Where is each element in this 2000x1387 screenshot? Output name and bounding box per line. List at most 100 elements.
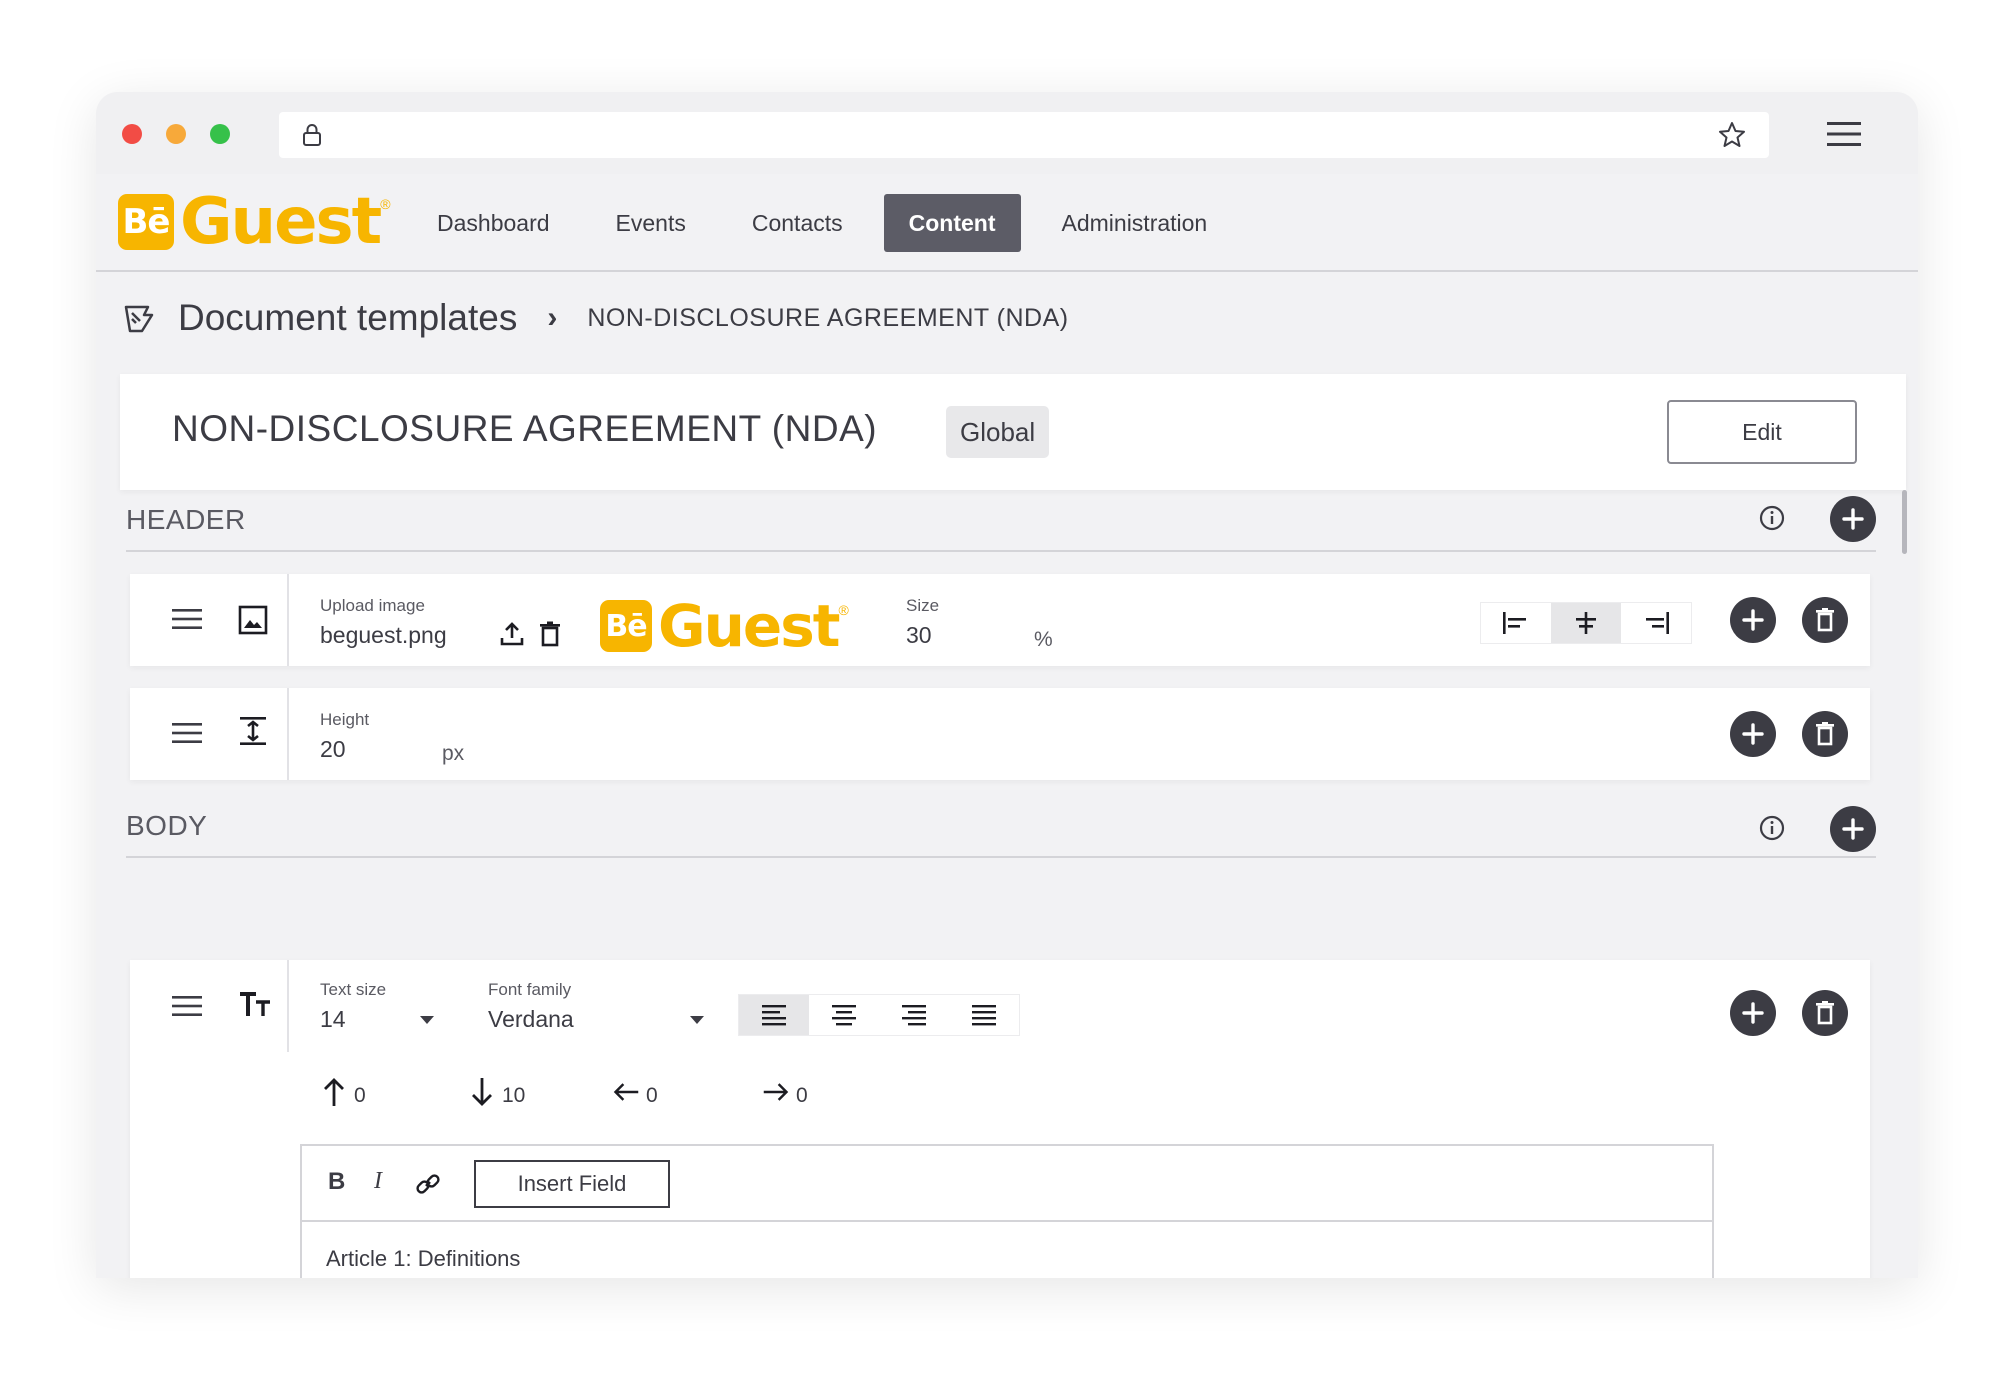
nav-dashboard[interactable]: Dashboard	[412, 194, 575, 252]
arrow-left-icon	[613, 1083, 639, 1101]
arrow-up-icon	[324, 1078, 344, 1106]
body-section-head: BODY	[126, 796, 1876, 858]
spacing-top-value: 0	[354, 1084, 366, 1107]
image-preview: Bē Guest ®	[600, 597, 849, 655]
block-divider	[287, 688, 289, 780]
text-size-select[interactable]: 14	[320, 1006, 346, 1033]
font-family-select[interactable]: Verdana	[488, 1006, 574, 1033]
preview-logo-registered: ®	[838, 602, 849, 618]
font-family-label: Font family	[488, 980, 572, 999]
edit-button[interactable]: Edit	[1667, 400, 1857, 464]
spacing-top[interactable]: 0	[320, 1076, 366, 1108]
nav-events[interactable]: Events	[591, 194, 711, 252]
text-align-justify-button[interactable]	[949, 995, 1019, 1035]
logo-word: Guest	[180, 185, 382, 259]
nav-administration[interactable]: Administration	[1037, 194, 1233, 252]
trash-icon	[1816, 722, 1834, 746]
plus-icon	[1742, 723, 1764, 745]
hamburger-icon[interactable]	[1827, 120, 1861, 148]
image-alignment-group	[1480, 602, 1692, 644]
trash-icon[interactable]	[536, 620, 564, 648]
text-align-center-button[interactable]	[809, 995, 879, 1035]
page-title: NON-DISCLOSURE AGREEMENT (NDA)	[172, 408, 878, 449]
height-label: Height	[320, 710, 370, 729]
info-icon[interactable]	[1758, 504, 1786, 532]
height-input[interactable]: 20	[320, 736, 346, 763]
text-size-icon	[240, 992, 270, 1016]
text-align-left-button[interactable]	[739, 995, 809, 1035]
block-divider	[287, 960, 289, 1052]
text-block: Text size 14 Font family Verdana 0 10 0 …	[130, 960, 1870, 1278]
size-unit: %	[1034, 628, 1053, 651]
spacing-right[interactable]: 0	[762, 1076, 808, 1108]
breadcrumb-document-templates[interactable]: Document templates	[178, 297, 517, 339]
header-section-head: HEADER	[126, 490, 1876, 552]
trash-icon	[1816, 1001, 1834, 1025]
editor-content[interactable]: Article 1: Definitions	[326, 1246, 520, 1272]
scrollbar[interactable]	[1902, 490, 1907, 554]
text-align-center-icon	[832, 1005, 856, 1026]
logo-registered: ®	[380, 196, 391, 212]
italic-button[interactable]: I	[374, 1168, 382, 1195]
breadcrumb: Document templates › NON-DISCLOSURE AGRE…	[122, 288, 1069, 348]
text-align-right-button[interactable]	[879, 995, 949, 1035]
upload-icon[interactable]	[498, 620, 526, 648]
link-icon[interactable]	[414, 1170, 442, 1198]
main-nav: Dashboard Events Contacts Content Admini…	[412, 194, 1248, 252]
drag-handle-icon[interactable]	[172, 994, 202, 1018]
browser-chrome	[96, 92, 1918, 174]
rich-text-editor: B I Insert Field Article 1: Definitions	[300, 1144, 1714, 1278]
add-after-image-button[interactable]	[1730, 597, 1776, 643]
header-section-label: HEADER	[126, 504, 246, 535]
info-icon[interactable]	[1758, 814, 1786, 842]
address-bar[interactable]	[279, 112, 1769, 158]
plus-icon	[1742, 609, 1764, 631]
spacing-bottom-value: 10	[502, 1084, 526, 1107]
nav-contacts[interactable]: Contacts	[727, 194, 868, 252]
block-divider	[287, 574, 289, 666]
align-center-button[interactable]	[1551, 603, 1621, 643]
plus-icon	[1842, 508, 1864, 530]
drag-handle-icon[interactable]	[172, 607, 202, 631]
text-size-label: Text size	[320, 980, 387, 999]
text-align-right-icon	[902, 1005, 926, 1026]
editor-toolbar: B I Insert Field	[302, 1146, 1712, 1222]
add-after-text-button[interactable]	[1730, 990, 1776, 1036]
delete-text-block-button[interactable]	[1802, 990, 1848, 1036]
bold-button[interactable]: B	[328, 1168, 345, 1196]
drag-handle-icon[interactable]	[172, 721, 202, 745]
size-input[interactable]: 30	[906, 622, 932, 649]
spacer-block: Height 20 px	[130, 688, 1870, 780]
align-left-button[interactable]	[1481, 603, 1551, 643]
add-header-block-button[interactable]	[1830, 496, 1876, 542]
plus-icon	[1742, 1002, 1764, 1024]
star-icon[interactable]	[1717, 120, 1747, 150]
vertical-spacer-icon	[240, 717, 266, 745]
text-alignment-group	[738, 994, 1020, 1036]
arrow-down-icon	[472, 1078, 492, 1106]
image-block: Upload image beguest.png Bē Guest ® Size…	[130, 574, 1870, 666]
height-unit: px	[442, 742, 465, 765]
breadcrumb-current: NON-DISCLOSURE AGREEMENT (NDA)	[587, 303, 1069, 332]
spacing-bottom[interactable]: 10	[468, 1076, 525, 1108]
body-section-label: BODY	[126, 810, 208, 841]
align-right-button[interactable]	[1621, 603, 1691, 643]
text-align-left-icon	[762, 1005, 786, 1026]
upload-image-label: Upload image	[320, 596, 425, 615]
chevron-down-icon[interactable]	[420, 1016, 434, 1024]
nav-content[interactable]: Content	[883, 194, 1021, 252]
align-left-icon	[1503, 612, 1526, 634]
add-body-block-button[interactable]	[1830, 806, 1876, 852]
minimize-window-button[interactable]	[166, 124, 186, 144]
maximize-window-button[interactable]	[210, 124, 230, 144]
spacing-left[interactable]: 0	[612, 1076, 658, 1108]
insert-field-button[interactable]: Insert Field	[474, 1160, 670, 1208]
delete-spacer-block-button[interactable]	[1802, 711, 1848, 757]
close-window-button[interactable]	[122, 124, 142, 144]
logo-mark: Bē	[118, 194, 174, 250]
add-after-spacer-button[interactable]	[1730, 711, 1776, 757]
delete-image-block-button[interactable]	[1802, 597, 1848, 643]
scope-badge: Global	[946, 406, 1050, 458]
brand-logo[interactable]: Bē Guest ®	[118, 185, 391, 259]
chevron-down-icon[interactable]	[690, 1016, 704, 1024]
